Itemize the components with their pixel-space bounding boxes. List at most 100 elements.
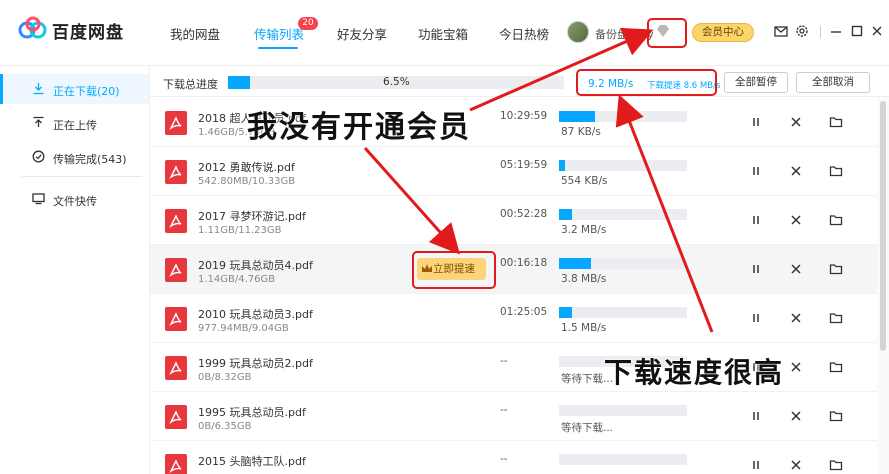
pause-icon[interactable] xyxy=(749,409,763,423)
settings-icon[interactable] xyxy=(795,24,809,38)
cancel-icon[interactable] xyxy=(789,360,803,374)
cancel-icon[interactable] xyxy=(789,311,803,325)
total-progress-percent: 6.5% xyxy=(383,76,410,88)
cancel-icon[interactable] xyxy=(789,262,803,276)
time-remaining: 05:19:59 xyxy=(500,159,548,171)
file-speed: 等待下载... xyxy=(561,422,614,434)
table-row[interactable]: 2015 头脑特工队.pdf -- xyxy=(150,441,877,474)
sidebar-divider xyxy=(22,176,142,177)
window-controls-divider xyxy=(820,26,821,38)
time-remaining: -- xyxy=(500,453,508,465)
cancel-icon[interactable] xyxy=(789,458,803,472)
download-list: 2018 超人总动员.pdf 1.46GB/5.74GB 10:29:59 87 KB… xyxy=(150,97,877,474)
sidebar-item-label: 文件快传 xyxy=(53,195,97,208)
maximize-icon[interactable] xyxy=(850,24,864,38)
sidebar-item-downloading[interactable]: 正在下载(20) xyxy=(0,74,149,104)
vip-center-button[interactable]: 会员中心 xyxy=(692,23,754,42)
diamond-icon[interactable] xyxy=(652,20,674,42)
cancel-all-button[interactable]: 全部取消 xyxy=(796,72,870,93)
crown-icon xyxy=(422,264,432,272)
upload-icon xyxy=(33,116,44,127)
sidebar-item-quick-transfer[interactable]: 文件快传 xyxy=(0,184,149,214)
pdf-icon xyxy=(165,307,187,331)
scrollbar[interactable] xyxy=(877,97,889,474)
boost-speed: 下载提速 8.6 MB/s xyxy=(647,81,721,91)
speed-up-label: 立即提速 xyxy=(433,263,475,275)
minimize-icon[interactable] xyxy=(829,24,843,38)
pause-icon[interactable] xyxy=(749,213,763,227)
folder-icon[interactable] xyxy=(829,360,843,374)
cancel-icon[interactable] xyxy=(789,115,803,129)
monitor-icon xyxy=(32,193,45,205)
tab-toolbox[interactable]: 功能宝箱 xyxy=(418,24,468,43)
close-icon[interactable] xyxy=(870,24,884,38)
active-indicator xyxy=(0,74,3,104)
file-name: 2017 寻梦环游记.pdf xyxy=(198,210,306,223)
folder-icon[interactable] xyxy=(829,213,843,227)
table-row[interactable]: 1995 玩具总动员.pdf 0B/6.35GB -- 等待下载... xyxy=(150,392,877,441)
file-progress-bar xyxy=(559,405,687,416)
table-row[interactable]: 2010 玩具总动员3.pdf 977.94MB/9.04GB 01:25:05 1.… xyxy=(150,294,877,343)
pause-icon[interactable] xyxy=(749,115,763,129)
folder-icon[interactable] xyxy=(829,409,843,423)
folder-icon[interactable] xyxy=(829,311,843,325)
pdf-icon xyxy=(165,356,187,380)
file-speed: 3.2 MB/s xyxy=(561,224,607,236)
file-progress-fill xyxy=(559,209,572,220)
file-progress-fill xyxy=(559,307,572,318)
pdf-icon xyxy=(165,160,187,184)
pause-icon[interactable] xyxy=(749,311,763,325)
file-name: 1995 玩具总动员.pdf xyxy=(198,406,306,419)
mail-icon[interactable] xyxy=(774,24,788,38)
cancel-icon[interactable] xyxy=(789,213,803,227)
folder-icon[interactable] xyxy=(829,115,843,129)
pdf-icon xyxy=(165,209,187,233)
avatar[interactable] xyxy=(567,21,589,43)
pause-icon[interactable] xyxy=(749,458,763,472)
file-speed: 554 KB/s xyxy=(561,175,608,187)
cancel-icon[interactable] xyxy=(789,409,803,423)
annotation-not-member: 我没有开通会员 xyxy=(247,110,471,145)
pdf-icon xyxy=(165,405,187,429)
download-speed: 9.2 MB/s xyxy=(588,78,634,90)
file-speed: 1.5 MB/s xyxy=(561,322,607,334)
sidebar-item-completed[interactable]: 传输完成(543) xyxy=(0,142,149,172)
tab-hot-list[interactable]: 今日热榜 xyxy=(499,24,549,43)
file-progress-fill xyxy=(559,111,595,122)
table-row[interactable]: 2019 玩具总动员4.pdf 1.14GB/4.76GB 立即提速 00:16:18… xyxy=(150,245,877,294)
time-remaining: -- xyxy=(500,355,508,367)
file-name: 2012 勇敢传说.pdf xyxy=(198,161,295,174)
pdf-icon xyxy=(165,111,187,135)
file-progress-bar xyxy=(559,209,687,220)
file-size: 0B/8.32GB xyxy=(198,372,252,383)
folder-icon[interactable] xyxy=(829,262,843,276)
pause-icon[interactable] xyxy=(749,164,763,178)
tab-friend-share[interactable]: 好友分享 xyxy=(337,24,387,43)
time-remaining: 00:52:28 xyxy=(500,208,548,220)
table-row[interactable]: 2017 寻梦环游记.pdf 1.11GB/11.23GB 00:52:28 3.2 … xyxy=(150,196,877,245)
username[interactable]: 备份盘_feiyu xyxy=(595,26,661,42)
file-name: 2010 玩具总动员3.pdf xyxy=(198,308,313,321)
cancel-icon[interactable] xyxy=(789,164,803,178)
pause-all-button[interactable]: 全部暂停 xyxy=(724,72,788,93)
tab-transfer-list[interactable]: 传输列表 xyxy=(254,24,304,43)
annotation-speed-high: 下载速度很高 xyxy=(604,356,785,389)
folder-icon[interactable] xyxy=(829,164,843,178)
tab-my-netdisk[interactable]: 我的网盘 xyxy=(170,24,220,43)
file-progress-bar xyxy=(559,111,687,122)
download-icon xyxy=(33,83,44,95)
speed-up-button[interactable]: 立即提速 xyxy=(417,258,486,280)
file-name: 2015 头脑特工队.pdf xyxy=(198,455,306,468)
pause-icon[interactable] xyxy=(749,262,763,276)
table-row[interactable]: 2012 勇敢传说.pdf 542.80MB/10.33GB 05:19:59 554… xyxy=(150,147,877,196)
sidebar-item-uploading[interactable]: 正在上传 xyxy=(0,108,149,138)
folder-icon[interactable] xyxy=(829,458,843,472)
file-progress-bar xyxy=(559,307,687,318)
scrollbar-thumb[interactable] xyxy=(880,101,886,351)
file-size: 542.80MB/10.33GB xyxy=(198,176,296,187)
sidebar-item-label: 传输完成(543) xyxy=(53,153,127,166)
pdf-icon xyxy=(165,258,187,282)
file-progress-fill xyxy=(559,258,591,269)
title-bar: 百度网盘 我的网盘 传输列表 20 好友分享 功能宝箱 今日热榜 备份盘_fei… xyxy=(0,0,889,66)
total-progress-label: 下载总进度 xyxy=(163,78,218,91)
